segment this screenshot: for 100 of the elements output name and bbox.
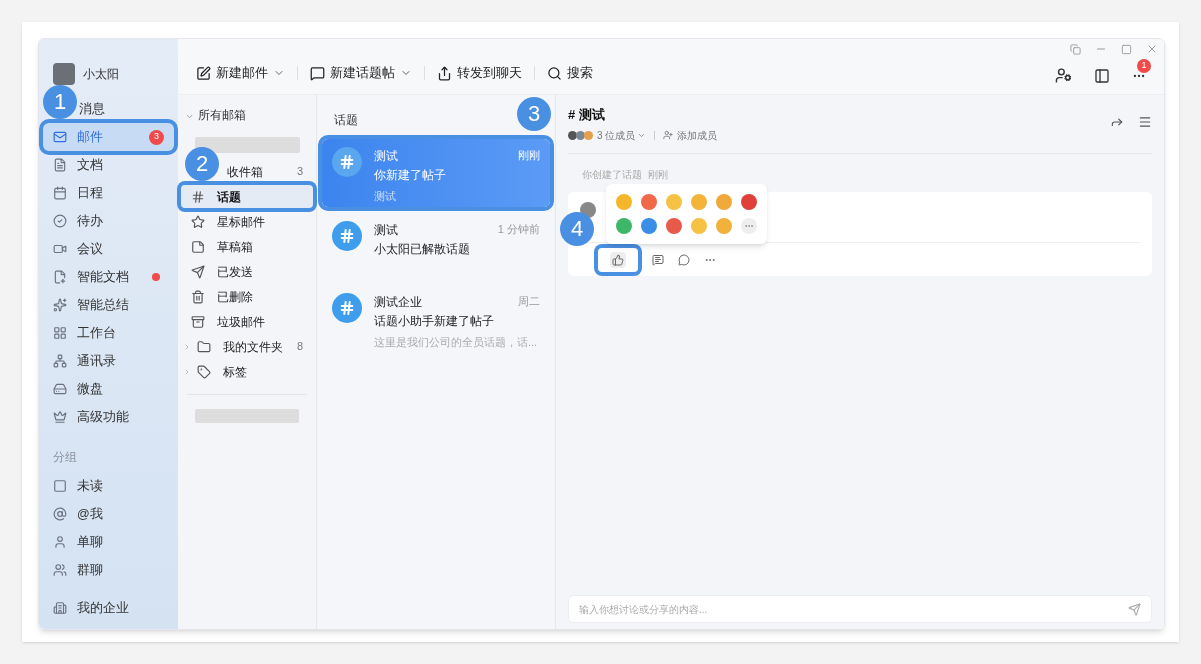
- add-member-link[interactable]: 添加成员: [677, 127, 718, 143]
- topic-time: 刚刚: [518, 148, 540, 164]
- topic-summary: 小太阳已解散话题: [374, 242, 471, 258]
- comment-icon[interactable]: [652, 253, 664, 266]
- group-item[interactable]: 单聊: [43, 528, 174, 557]
- document-icon: [53, 158, 67, 172]
- composer-input[interactable]: 输入你想讨论或分享的内容...: [579, 601, 1128, 617]
- folder-item[interactable]: 星标邮件: [181, 210, 313, 233]
- trash-icon: [191, 289, 205, 304]
- topic-item[interactable]: 测试 1 分钟前 小太阳已解散话题: [322, 213, 550, 280]
- nav-item[interactable]: 智能总结: [43, 291, 174, 319]
- topic-title: 测试: [374, 222, 399, 240]
- topic-title: 测试: [374, 148, 399, 166]
- toolbar-button[interactable]: 转发到聊天: [433, 60, 526, 86]
- grid-icon: [53, 326, 67, 340]
- square-icon: [53, 479, 67, 494]
- user-name: 小太阳: [83, 66, 119, 83]
- calendar-icon: [53, 186, 67, 200]
- org-chart-icon: [53, 354, 67, 368]
- people-icon: [53, 563, 67, 578]
- folder-item[interactable]: 垃圾邮件: [181, 310, 313, 333]
- nav-item[interactable]: 通讯录: [43, 347, 174, 375]
- nav-item[interactable]: 日程: [43, 179, 174, 207]
- nav-item[interactable]: 文档: [43, 151, 174, 179]
- tag-icon: [197, 364, 211, 379]
- system-note-time: 刚刚: [648, 167, 668, 182]
- group-item[interactable]: 未读: [43, 472, 174, 501]
- add-person-icon: [663, 130, 674, 140]
- menu-icon[interactable]: [1138, 115, 1152, 129]
- drive-icon: [53, 382, 67, 396]
- at-sign-icon: [53, 507, 67, 522]
- topic-preview: 测试: [374, 188, 397, 204]
- note-icon: [191, 239, 205, 254]
- video-icon: [53, 242, 67, 256]
- close-icon[interactable]: [1146, 43, 1158, 55]
- panel-layout-icon[interactable]: [1094, 67, 1110, 84]
- topic-summary: 你新建了帖子: [374, 168, 447, 184]
- check-circle-icon: [53, 214, 67, 228]
- person-settings-icon[interactable]: [1055, 67, 1072, 84]
- toolbar-button[interactable]: 新建邮件: [192, 60, 289, 86]
- avatar-icon[interactable]: [53, 63, 75, 85]
- group-item[interactable]: @我: [43, 500, 174, 529]
- callout-number: 4: [560, 211, 594, 246]
- thumbs-up-icon: [610, 251, 626, 268]
- folder-count: 8: [296, 339, 303, 355]
- mailbox-header: 所有邮箱: [198, 108, 246, 124]
- send-icon: [191, 264, 205, 279]
- topic-item[interactable]: 测试企业 周二 话题小助手新建了帖子 这里是我们公司的全员话题，话...: [322, 285, 550, 352]
- group-item[interactable]: 群聊: [43, 556, 174, 585]
- nav-item[interactable]: 会议: [43, 235, 174, 263]
- enterprise-item[interactable]: 我的企业: [43, 591, 174, 625]
- hash-avatar-icon: [332, 221, 362, 252]
- restore-window-icon[interactable]: [1070, 43, 1081, 55]
- topic-preview: 这里是我们公司的全员话题，话...: [374, 334, 539, 350]
- topic-title: 测试企业: [374, 294, 423, 312]
- toolbar-button[interactable]: 新建话题帖: [306, 60, 416, 86]
- archive-icon: [191, 314, 205, 329]
- document-plus-icon: [53, 270, 67, 284]
- callout-number: 1: [43, 85, 77, 119]
- topic-list-header: 话题: [334, 113, 358, 128]
- callout-number: 2: [185, 146, 219, 181]
- avatar-icon: [580, 201, 596, 218]
- nav-item[interactable]: 工作台: [43, 319, 174, 347]
- nav-item[interactable]: 待办: [43, 207, 174, 235]
- callout-number: 3: [517, 97, 551, 131]
- folder-item[interactable]: 我的文件夹 8: [181, 335, 313, 358]
- sparkle-icon: [53, 298, 67, 312]
- folder-item[interactable]: 已删除: [181, 285, 313, 308]
- crown-icon: [53, 410, 67, 424]
- folder-icon: [197, 339, 211, 354]
- folder-item[interactable]: 草稿箱: [181, 235, 313, 258]
- composer-field[interactable]: 输入你想讨论或分享的内容...: [568, 595, 1152, 623]
- nav-item[interactable]: 消息: [77, 95, 174, 123]
- group-header: 分组: [52, 450, 78, 465]
- pen-square-icon: [196, 65, 211, 81]
- star-icon: [191, 214, 205, 229]
- maximize-icon[interactable]: [1121, 43, 1132, 55]
- folder-count: 3: [296, 164, 303, 180]
- send-icon[interactable]: [1128, 602, 1141, 616]
- member-avatars-icon: [568, 130, 593, 140]
- mail-icon: [53, 130, 67, 144]
- folder-item[interactable]: 收件箱 3: [219, 160, 313, 183]
- topic-time: 周二: [518, 294, 540, 310]
- nav-item[interactable]: 高级功能: [43, 403, 174, 431]
- topic-detail-title: # 测试: [568, 106, 606, 124]
- nav-item[interactable]: 智能文档: [43, 263, 174, 291]
- hash-avatar-icon: [332, 147, 362, 178]
- nav-item[interactable]: 微盘: [43, 375, 174, 403]
- hash-icon: [191, 189, 205, 204]
- building-icon: [53, 601, 67, 615]
- topic-time: 1 分钟前: [497, 222, 540, 238]
- member-count-button[interactable]: 3 位成员: [597, 127, 647, 143]
- folder-item[interactable]: 标签: [181, 360, 313, 383]
- hash-avatar-icon: [332, 293, 362, 324]
- toolbar-button[interactable]: 搜索: [543, 60, 597, 86]
- search-icon: [547, 65, 562, 81]
- unread-badge: 3: [149, 129, 164, 145]
- notification-badge: 1: [1137, 58, 1151, 73]
- folder-item[interactable]: 已发送: [181, 260, 313, 283]
- topic-summary: 话题小助手新建了帖子: [374, 314, 495, 330]
